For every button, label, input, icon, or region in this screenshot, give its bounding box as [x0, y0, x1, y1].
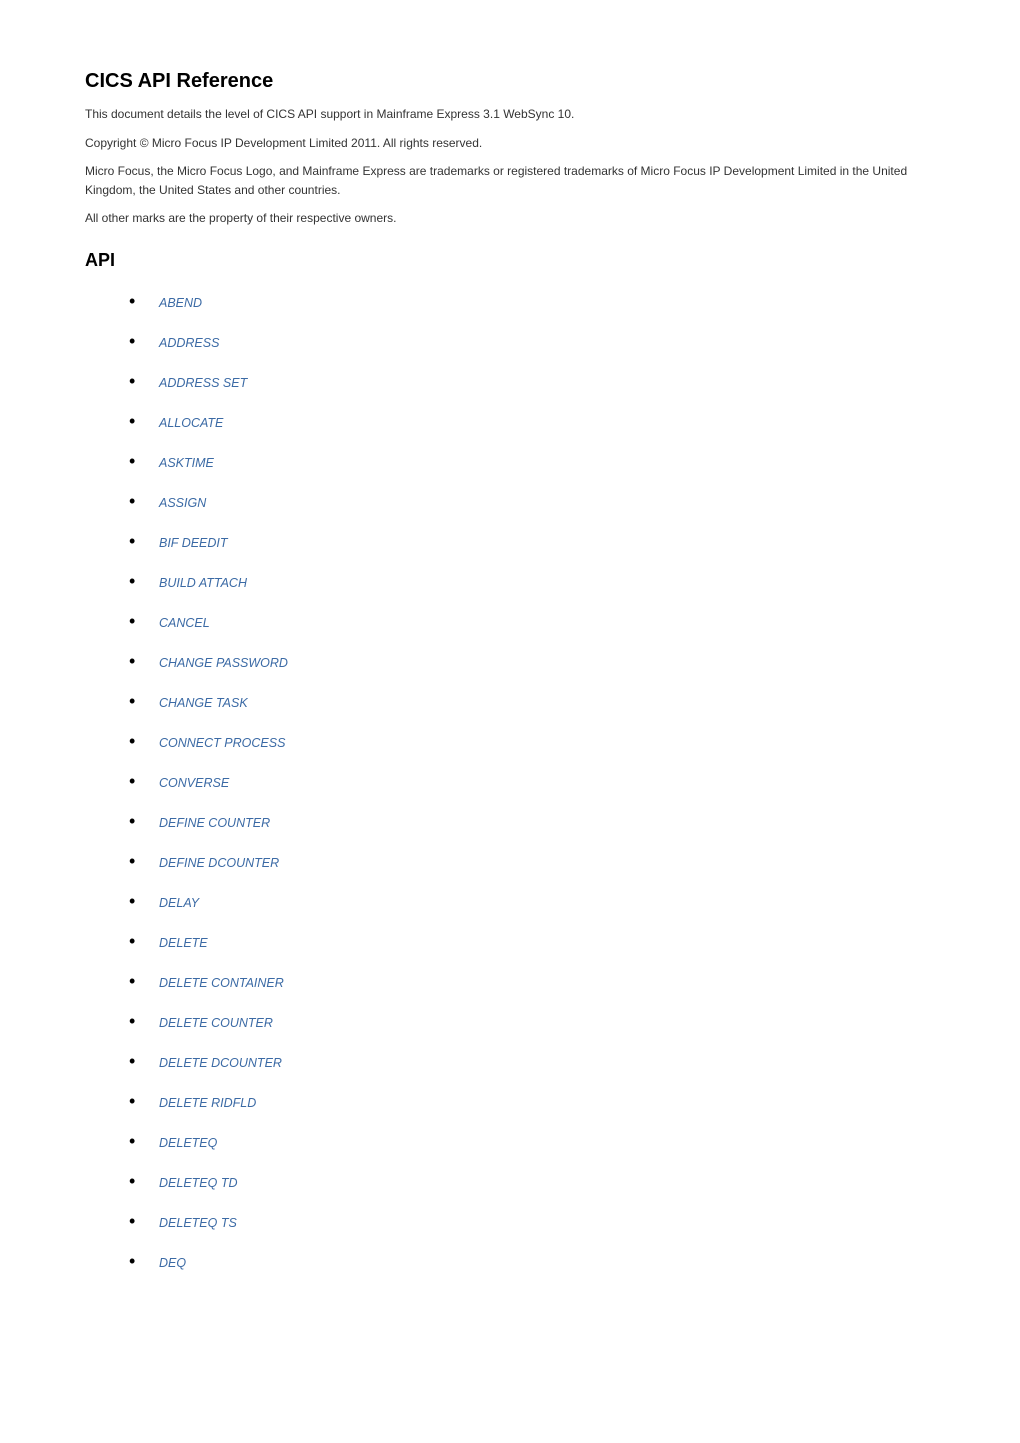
api-link-define-counter[interactable]: DEFINE COUNTER	[159, 816, 270, 830]
list-item: CONNECT PROCESS	[129, 723, 935, 763]
api-link-delay[interactable]: DELAY	[159, 896, 199, 910]
list-item: ALLOCATE	[129, 403, 935, 443]
list-item: DEFINE COUNTER	[129, 803, 935, 843]
list-item: DELETE RIDFLD	[129, 1083, 935, 1123]
list-item: DELETEQ	[129, 1123, 935, 1163]
api-link-bif-deedit[interactable]: BIF DEEDIT	[159, 536, 228, 550]
list-item: ASKTIME	[129, 443, 935, 483]
list-item: BIF DEEDIT	[129, 523, 935, 563]
list-item: DELETE CONTAINER	[129, 963, 935, 1003]
intro-paragraph-1: This document details the level of CICS …	[85, 105, 935, 124]
api-link-address-set[interactable]: ADDRESS SET	[159, 376, 247, 390]
api-link-converse[interactable]: CONVERSE	[159, 776, 229, 790]
list-item: ADDRESS SET	[129, 363, 935, 403]
api-link-build-attach[interactable]: BUILD ATTACH	[159, 576, 247, 590]
list-item: DEQ	[129, 1243, 935, 1283]
list-item: ASSIGN	[129, 483, 935, 523]
list-item: DELETEQ TD	[129, 1163, 935, 1203]
list-item: DELETEQ TS	[129, 1203, 935, 1243]
list-item: DEFINE DCOUNTER	[129, 843, 935, 883]
list-item: DELETE DCOUNTER	[129, 1043, 935, 1083]
api-link-deq[interactable]: DEQ	[159, 1256, 186, 1270]
list-item: BUILD ATTACH	[129, 563, 935, 603]
intro-paragraph-2: Copyright © Micro Focus IP Development L…	[85, 134, 935, 153]
list-item: CHANGE TASK	[129, 683, 935, 723]
intro-paragraph-3: Micro Focus, the Micro Focus Logo, and M…	[85, 162, 935, 199]
api-link-change-task[interactable]: CHANGE TASK	[159, 696, 248, 710]
api-link-cancel[interactable]: CANCEL	[159, 616, 210, 630]
list-item: ADDRESS	[129, 323, 935, 363]
list-item: DELETE COUNTER	[129, 1003, 935, 1043]
api-link-delete-counter[interactable]: DELETE COUNTER	[159, 1016, 273, 1030]
api-link-connect-process[interactable]: CONNECT PROCESS	[159, 736, 285, 750]
api-link-deleteq-td[interactable]: DELETEQ TD	[159, 1176, 238, 1190]
api-list: ABEND ADDRESS ADDRESS SET ALLOCATE ASKTI…	[85, 283, 935, 1283]
api-link-assign[interactable]: ASSIGN	[159, 496, 206, 510]
list-item: DELAY	[129, 883, 935, 923]
api-link-address[interactable]: ADDRESS	[159, 336, 219, 350]
api-link-delete[interactable]: DELETE	[159, 936, 208, 950]
api-link-change-password[interactable]: CHANGE PASSWORD	[159, 656, 288, 670]
api-link-delete-ridfld[interactable]: DELETE RIDFLD	[159, 1096, 256, 1110]
section-heading-api: API	[85, 250, 935, 271]
list-item: CONVERSE	[129, 763, 935, 803]
list-item: CANCEL	[129, 603, 935, 643]
list-item: DELETE	[129, 923, 935, 963]
intro-paragraph-4: All other marks are the property of thei…	[85, 209, 935, 228]
api-link-asktime[interactable]: ASKTIME	[159, 456, 214, 470]
api-link-define-dcounter[interactable]: DEFINE DCOUNTER	[159, 856, 279, 870]
page-title: CICS API Reference	[85, 70, 935, 93]
api-link-deleteq-ts[interactable]: DELETEQ TS	[159, 1216, 237, 1230]
api-link-delete-container[interactable]: DELETE CONTAINER	[159, 976, 284, 990]
api-link-deleteq[interactable]: DELETEQ	[159, 1136, 217, 1150]
list-item: ABEND	[129, 283, 935, 323]
list-item: CHANGE PASSWORD	[129, 643, 935, 683]
api-link-delete-dcounter[interactable]: DELETE DCOUNTER	[159, 1056, 282, 1070]
api-link-abend[interactable]: ABEND	[159, 296, 202, 310]
api-link-allocate[interactable]: ALLOCATE	[159, 416, 223, 430]
